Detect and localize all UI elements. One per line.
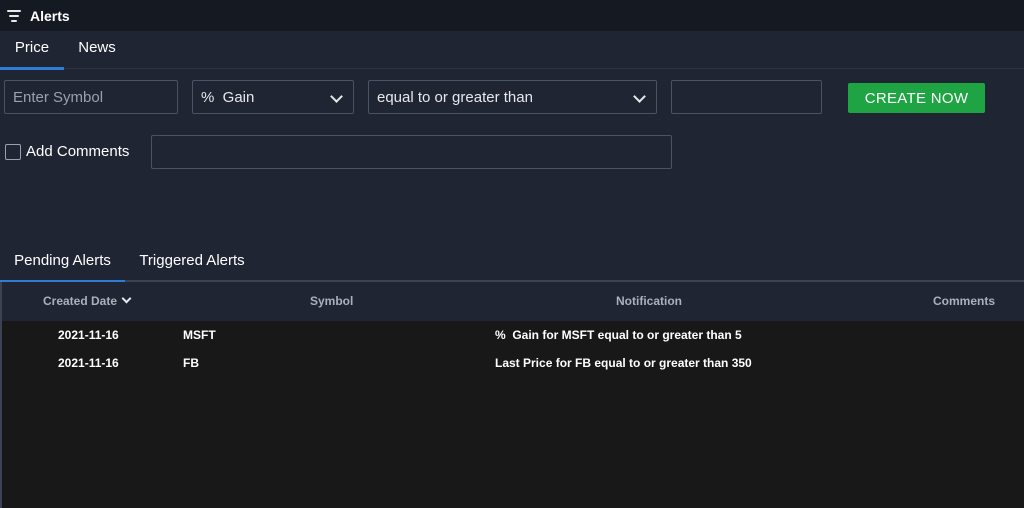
tab-news[interactable]: News [64, 31, 130, 69]
cell-symbol: FB [183, 356, 199, 370]
top-tab-bar: Price News [0, 31, 1024, 70]
tab-triggered-alerts[interactable]: Triggered Alerts [128, 244, 256, 282]
chevron-down-icon [633, 90, 646, 103]
alerts-tab-bar: Pending Alerts Triggered Alerts [0, 244, 1024, 283]
filter-icon[interactable] [7, 9, 21, 22]
metric-select-value: % Gain [201, 88, 255, 106]
chevron-down-icon [121, 293, 132, 304]
add-comments-checkbox[interactable] [5, 144, 21, 160]
symbol-input[interactable] [4, 80, 178, 114]
chevron-down-icon [330, 90, 343, 103]
column-header-comments[interactable]: Comments [933, 294, 995, 308]
title-bar: Alerts [0, 0, 1024, 31]
tab-price[interactable]: Price [0, 31, 64, 70]
add-comments-label: Add Comments [26, 143, 130, 160]
cell-symbol: MSFT [183, 328, 216, 342]
comments-input[interactable] [151, 135, 672, 169]
condition-select-value: equal to or greater than [377, 88, 533, 106]
create-now-button[interactable]: CREATE NOW [848, 83, 985, 113]
column-header-symbol[interactable]: Symbol [310, 294, 353, 308]
tab-pending-alerts[interactable]: Pending Alerts [0, 244, 125, 283]
column-header-created-date[interactable]: Created Date [43, 293, 132, 308]
cell-created-date: 2021-11-16 [58, 356, 119, 370]
table-header: Created Date Symbol Notification Comment… [2, 282, 1024, 321]
column-header-label: Created Date [43, 294, 118, 308]
table-row[interactable]: 2021-11-16 FB Last Price for FB equal to… [2, 349, 1024, 377]
metric-select[interactable]: % Gain [192, 80, 354, 114]
cell-notification: % Gain for MSFT equal to or greater than… [495, 328, 742, 342]
cell-created-date: 2021-11-16 [58, 328, 119, 342]
window-title: Alerts [30, 7, 70, 24]
table-row[interactable]: 2021-11-16 MSFT % Gain for MSFT equal to… [2, 321, 1024, 349]
value-input[interactable] [671, 80, 822, 114]
cell-notification: Last Price for FB equal to or greater th… [495, 356, 752, 370]
condition-select[interactable]: equal to or greater than [368, 80, 657, 114]
column-header-notification[interactable]: Notification [616, 294, 682, 308]
alerts-table: Created Date Symbol Notification Comment… [0, 282, 1024, 508]
